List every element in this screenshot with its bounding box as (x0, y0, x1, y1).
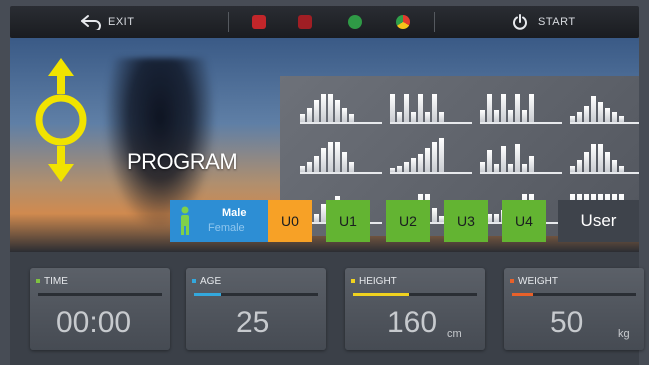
program-profile-3[interactable] (480, 84, 562, 124)
card-dot (510, 279, 514, 283)
height-label: HEIGHT (359, 276, 397, 287)
divider (434, 12, 435, 32)
gender-female-option[interactable]: Female (208, 222, 245, 234)
program-profile-2[interactable] (390, 84, 472, 124)
back-arrow-icon (81, 15, 101, 30)
power-icon (513, 14, 527, 30)
weight-track (512, 293, 636, 296)
exit-button[interactable]: EXIT (80, 6, 134, 38)
exit-label: EXIT (108, 16, 135, 28)
user-slot-u0[interactable]: U0 (268, 200, 312, 242)
start-button[interactable]: START (512, 6, 576, 38)
gender-selector[interactable]: Male Female (170, 200, 268, 242)
program-profile-8[interactable] (570, 134, 639, 174)
height-unit: cm (447, 328, 462, 340)
height-value: 160 (387, 306, 438, 339)
age-label: AGE (200, 276, 222, 287)
weight-unit: kg (618, 328, 630, 340)
media-app-icon[interactable] (298, 15, 312, 29)
program-profile-4[interactable] (570, 84, 639, 124)
program-profile-6[interactable] (390, 134, 472, 174)
browser-app-icon[interactable] (396, 15, 410, 29)
weight-label: WEIGHT (518, 276, 558, 287)
start-label: START (538, 16, 576, 28)
card-dot (351, 279, 355, 283)
age-fill (194, 293, 222, 296)
program-profile-5[interactable] (300, 134, 382, 174)
age-track (194, 293, 318, 296)
age-value: 25 (236, 306, 270, 339)
card-dot (192, 279, 196, 283)
time-label: TIME (44, 276, 68, 287)
divider (228, 12, 229, 32)
program-profile-1[interactable] (300, 84, 382, 124)
user-slot-u3[interactable]: U3 (444, 200, 488, 242)
weight-value: 50 (550, 306, 584, 339)
height-card[interactable]: HEIGHT 160 cm (345, 268, 485, 350)
height-fill (353, 293, 409, 296)
age-card[interactable]: AGE 25 (186, 268, 326, 350)
program-profile-7[interactable] (480, 134, 562, 174)
user-button[interactable]: User (558, 200, 639, 242)
weight-fill (512, 293, 534, 296)
person-icon (181, 206, 189, 235)
user-slot-u1[interactable]: U1 (326, 200, 370, 242)
gender-male-option[interactable]: Male (222, 207, 246, 219)
top-bar: EXIT START (10, 6, 639, 38)
program-title: PROGRAM (127, 149, 238, 174)
value-cards: TIME 00:00 AGE 25 HEIGHT 160 cm WEIGHT 5… (10, 252, 644, 365)
screen: EXIT START PROGRAM Male Female U0 U1 U2 … (0, 0, 649, 365)
time-value: 00:00 (56, 306, 132, 339)
time-card[interactable]: TIME 00:00 (30, 268, 170, 350)
weight-card[interactable]: WEIGHT 50 kg (504, 268, 644, 350)
time-track (38, 293, 162, 296)
user-slot-u4[interactable]: U4 (502, 200, 546, 242)
height-track (353, 293, 477, 296)
card-dot (36, 279, 40, 283)
video-app-icon[interactable] (252, 15, 266, 29)
user-slot-u2[interactable]: U2 (386, 200, 430, 242)
program-swap-icon[interactable] (30, 56, 92, 184)
chat-app-icon[interactable] (348, 15, 362, 29)
